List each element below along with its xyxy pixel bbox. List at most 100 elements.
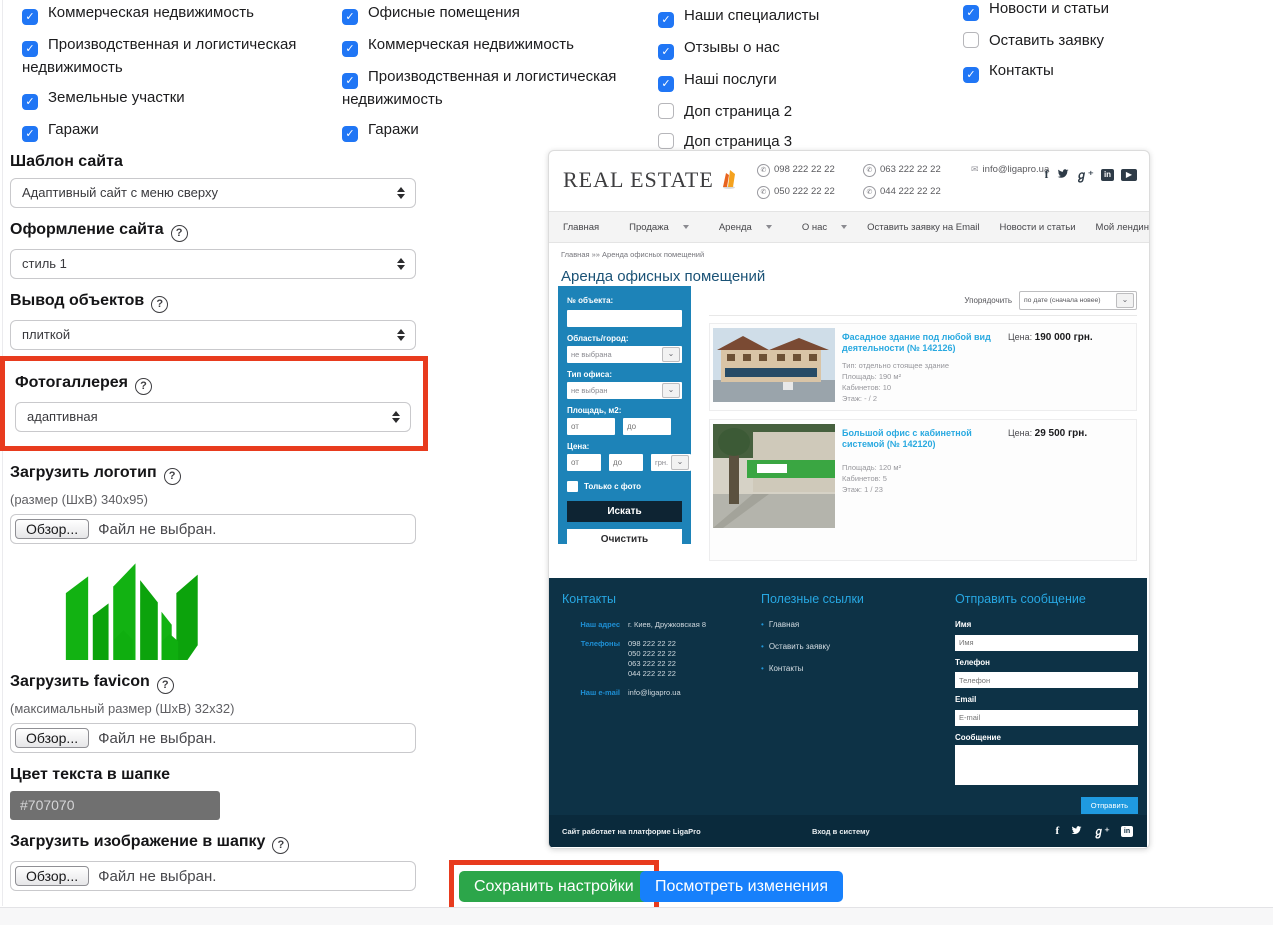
help-icon[interactable]: ?	[272, 837, 289, 854]
currency-select[interactable]: грн.⌄	[651, 454, 691, 471]
header-phone[interactable]: ✆098 222 22 22	[757, 164, 863, 177]
save-settings-button[interactable]: Сохранить настройки	[459, 871, 649, 902]
checkbox-checked-icon[interactable]: ✓	[963, 67, 979, 83]
header-phone[interactable]: ✆063 222 22 22	[863, 164, 971, 177]
checkbox-checked-icon[interactable]: ✓	[658, 76, 674, 92]
listing-photo[interactable]	[713, 424, 835, 528]
header-image-file-input[interactable]: Обзор... Файл не выбран.	[10, 861, 416, 891]
googleplus-icon[interactable]: ℊ⁺	[1093, 823, 1110, 839]
checkbox-checked-icon[interactable]: ✓	[658, 12, 674, 28]
checkbox-unchecked-icon[interactable]	[567, 481, 578, 492]
listing-photo[interactable]	[713, 328, 835, 402]
login-link[interactable]: Вход в систему	[812, 827, 992, 836]
nav-item[interactable]: О нас	[782, 222, 857, 233]
area-to-input[interactable]	[623, 418, 671, 435]
nav-item[interactable]: Главная	[553, 222, 609, 233]
nav-item[interactable]: Оставить заявку на Email	[857, 222, 989, 233]
checkbox-item[interactable]: ✓Офисные помещения	[342, 2, 642, 25]
phone-field[interactable]	[955, 672, 1138, 688]
browse-button[interactable]: Обзор...	[15, 728, 89, 748]
facebook-icon[interactable]: f	[1045, 167, 1049, 182]
checkbox-item[interactable]: ✓Гаражи	[22, 119, 322, 142]
checkbox-checked-icon[interactable]: ✓	[342, 9, 358, 25]
preview-changes-button[interactable]: Посмотреть изменения	[640, 871, 843, 902]
header-phone[interactable]: ✆044 222 22 22	[863, 186, 971, 199]
browse-button[interactable]: Обзор...	[15, 519, 89, 539]
sort-select[interactable]: по дате (сначала новее)⌄	[1019, 291, 1137, 310]
checkbox-item[interactable]: ✓Наші послуги	[658, 69, 948, 92]
help-icon[interactable]: ?	[135, 378, 152, 395]
breadcrumb: Главная »» Аренда офисных помещений	[549, 243, 1149, 261]
email-field[interactable]	[955, 710, 1138, 726]
checkbox-item[interactable]: ✓Производственная и логистическая недвиж…	[342, 66, 642, 110]
send-message-button[interactable]: Отправить	[1081, 797, 1138, 814]
name-field[interactable]	[955, 635, 1138, 651]
help-icon[interactable]: ?	[157, 677, 174, 694]
checkbox-item[interactable]: ✓Земельные участки	[22, 87, 322, 110]
checkbox-item[interactable]: ✓Контакты	[963, 60, 1263, 83]
footer-link[interactable]: •Оставить заявку	[761, 642, 911, 651]
email-value[interactable]: info@ligapro.ua	[628, 688, 681, 698]
checkbox-unchecked-icon[interactable]	[963, 32, 979, 48]
price-to-input[interactable]	[609, 454, 643, 471]
listing-title-link[interactable]: Большой офис с кабинетной системой (№ 14…	[842, 428, 1010, 450]
favicon-file-input[interactable]: Обзор... Файл не выбран.	[10, 723, 416, 753]
nav-item[interactable]: Продажа	[609, 222, 699, 233]
message-field[interactable]	[955, 745, 1138, 785]
googleplus-icon[interactable]: ℊ⁺	[1076, 166, 1094, 183]
preview-site-logo[interactable]: REAL ESTATE	[563, 167, 737, 193]
checkbox-item[interactable]: Оставить заявку	[963, 30, 1263, 51]
linkedin-icon[interactable]: in	[1101, 169, 1114, 181]
help-icon[interactable]: ?	[151, 296, 168, 313]
checkbox-checked-icon[interactable]: ✓	[22, 9, 38, 25]
checkbox-item[interactable]: ✓Производственная и логистическая недвиж…	[22, 34, 322, 78]
twitter-icon[interactable]	[1070, 826, 1082, 836]
search-button[interactable]: Искать	[567, 501, 682, 522]
listing-row[interactable]: Фасадное здание под любой вид деятельнос…	[709, 323, 1137, 411]
checkbox-item[interactable]: ✓Гаражи	[342, 119, 642, 142]
checkbox-checked-icon[interactable]: ✓	[342, 41, 358, 57]
photogallery-select[interactable]: адаптивная	[15, 402, 411, 432]
nav-item[interactable]: Аренда	[699, 222, 782, 233]
checkbox-unchecked-icon[interactable]	[658, 133, 674, 149]
logo-file-input[interactable]: Обзор... Файл не выбран.	[10, 514, 416, 544]
checkbox-checked-icon[interactable]: ✓	[22, 41, 38, 57]
browse-button[interactable]: Обзор...	[15, 866, 89, 886]
checkbox-item[interactable]: ✓Коммерческая недвижимость	[22, 2, 322, 25]
checkbox-item[interactable]: Доп страница 3	[658, 131, 948, 152]
clear-button[interactable]: Очистить	[567, 529, 682, 550]
checkbox-item[interactable]: ✓Коммерческая недвижимость	[342, 34, 642, 57]
checkbox-item[interactable]: Доп страница 2	[658, 101, 948, 122]
nav-item[interactable]: Мой лендинг	[1086, 222, 1150, 233]
site-style-select[interactable]: стиль 1	[10, 249, 416, 279]
help-icon[interactable]: ?	[171, 225, 188, 242]
twitter-icon[interactable]	[1056, 169, 1069, 180]
checkbox-checked-icon[interactable]: ✓	[963, 5, 979, 21]
checkbox-checked-icon[interactable]: ✓	[22, 94, 38, 110]
office-type-select[interactable]: не выбран⌄	[567, 382, 682, 399]
facebook-icon[interactable]: f	[1056, 825, 1060, 837]
nav-item[interactable]: Новости и статьи	[990, 222, 1086, 233]
linkedin-icon[interactable]: in	[1121, 826, 1133, 837]
area-from-input[interactable]	[567, 418, 615, 435]
header-phone[interactable]: ✆050 222 22 22	[757, 186, 863, 199]
object-number-input[interactable]	[567, 310, 682, 327]
help-icon[interactable]: ?	[164, 468, 181, 485]
checkbox-item[interactable]: ✓Отзывы о нас	[658, 37, 948, 60]
footer-link[interactable]: •Главная	[761, 620, 911, 629]
only-photo-checkbox[interactable]: Только с фото	[567, 481, 682, 492]
price-from-input[interactable]	[567, 454, 601, 471]
region-select[interactable]: не выбрана⌄	[567, 346, 682, 363]
site-template-select[interactable]: Адаптивный сайт с меню сверху	[10, 178, 416, 208]
header-text-color-input[interactable]: #707070	[10, 791, 220, 820]
checkbox-unchecked-icon[interactable]	[658, 103, 674, 119]
listing-row[interactable]: Большой офис с кабинетной системой (№ 14…	[709, 419, 1137, 561]
listing-title-link[interactable]: Фасадное здание под любой вид деятельнос…	[842, 332, 1010, 354]
footer-link[interactable]: •Контакты	[761, 664, 911, 673]
checkbox-checked-icon[interactable]: ✓	[342, 73, 358, 89]
checkbox-item[interactable]: ✓Наши специалисты	[658, 5, 948, 28]
checkbox-checked-icon[interactable]: ✓	[658, 44, 674, 60]
objects-view-select[interactable]: плиткой	[10, 320, 416, 350]
checkbox-item[interactable]: ✓Новости и статьи	[963, 0, 1263, 21]
youtube-icon[interactable]: ▶	[1121, 169, 1137, 181]
